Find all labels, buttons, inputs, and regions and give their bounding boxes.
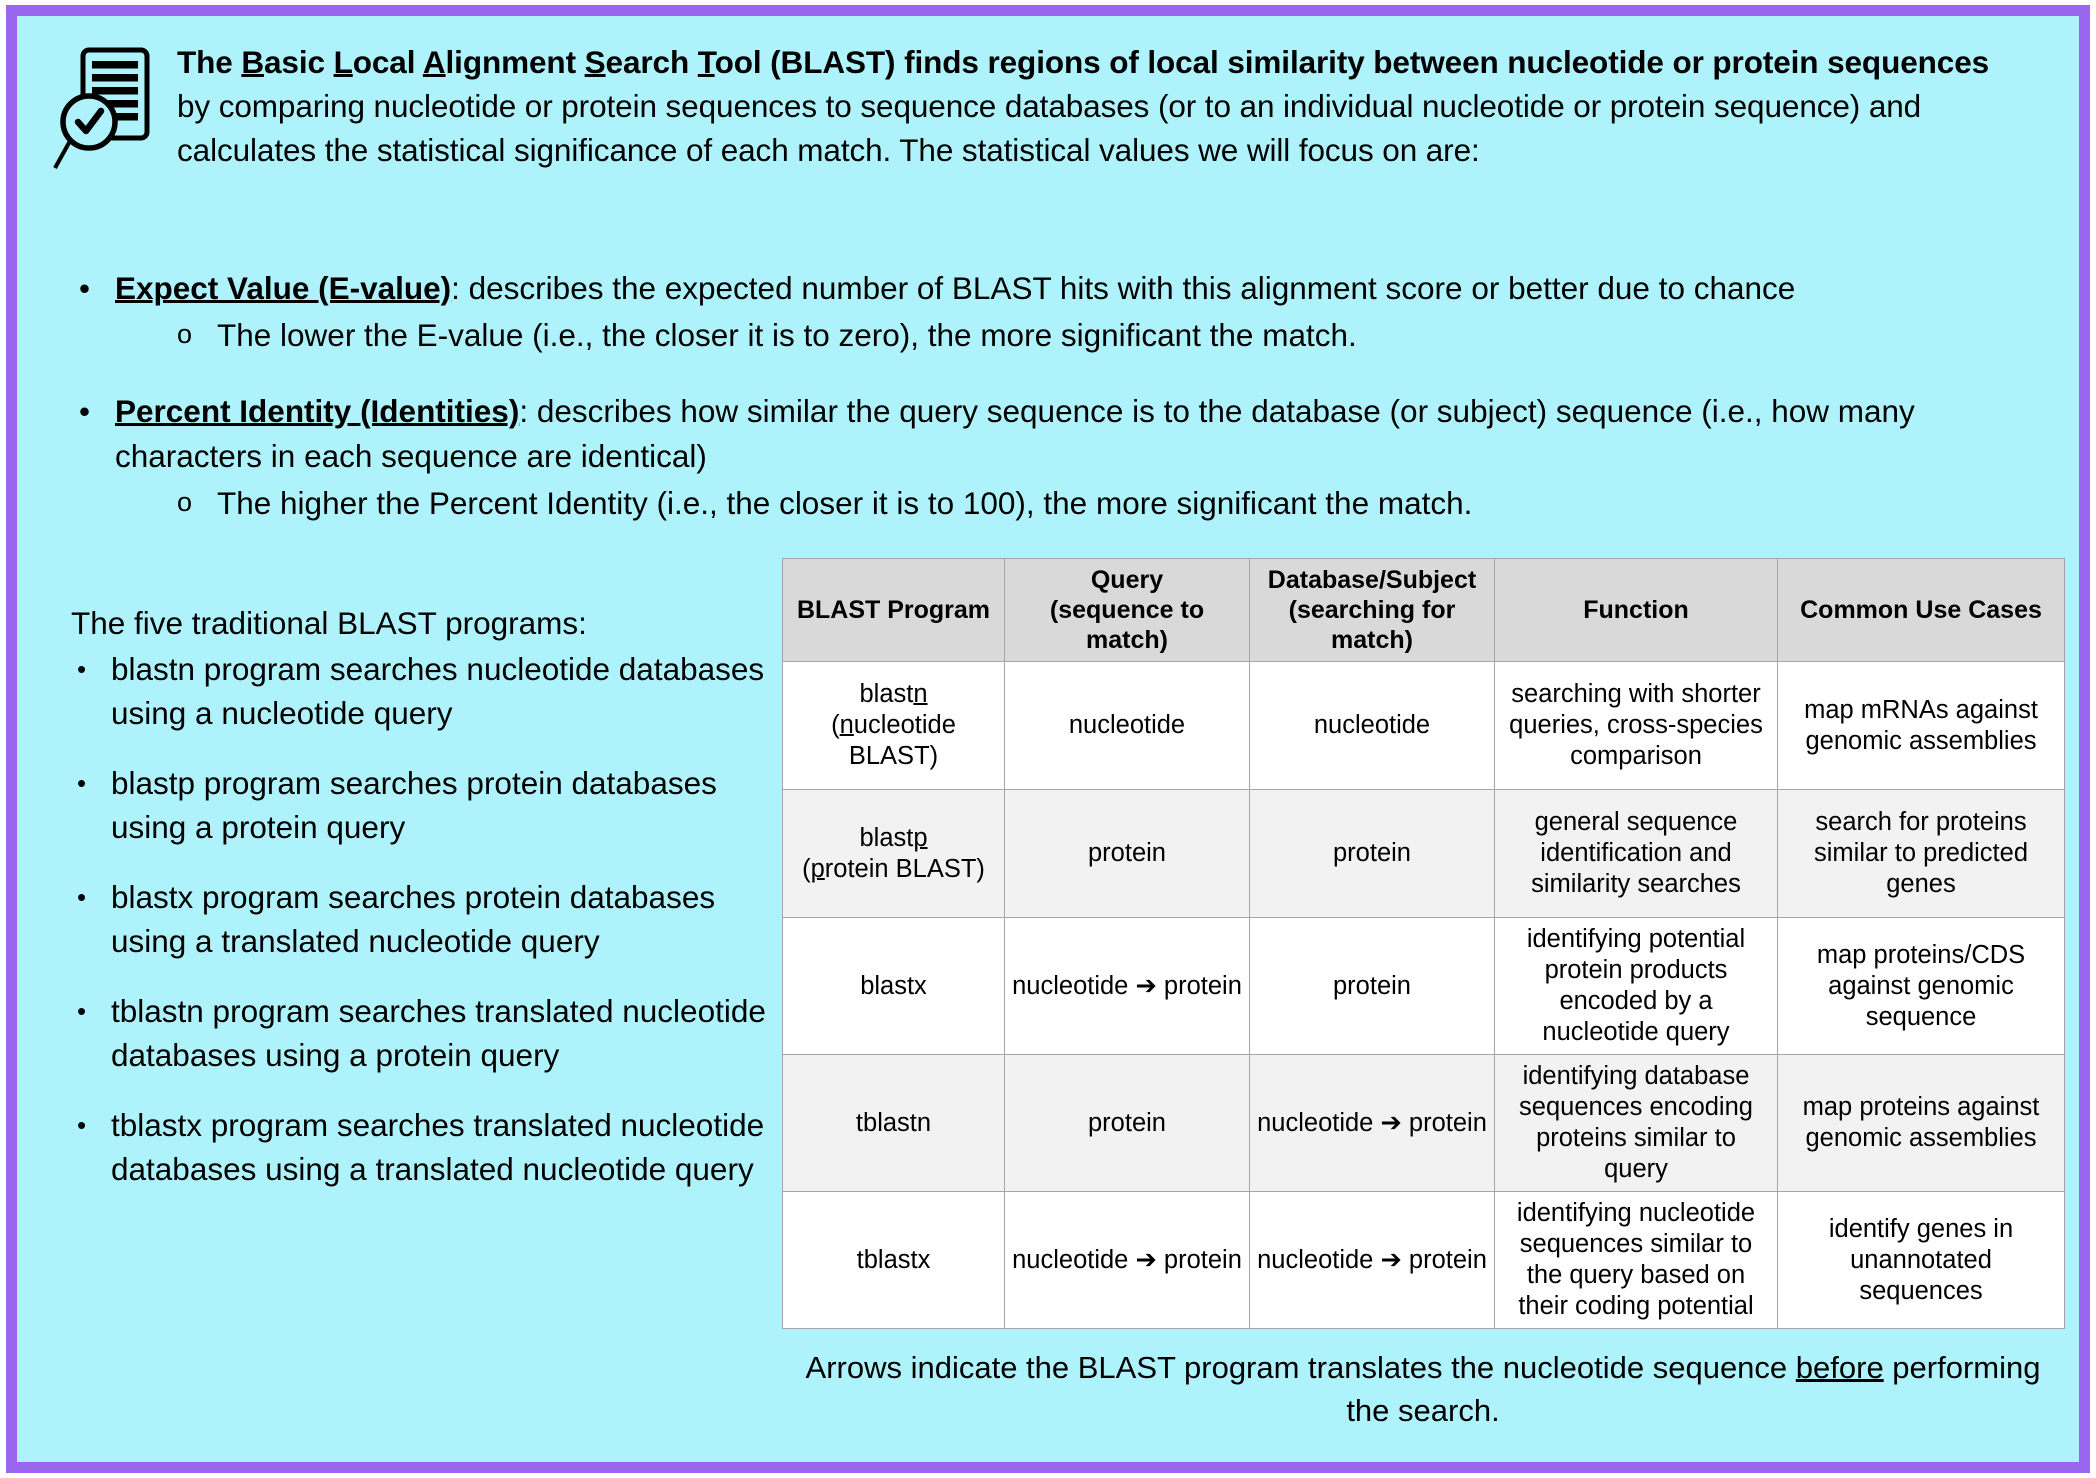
cell-database: nucleotide ➔ protein: [1249, 1191, 1495, 1329]
table-caption: Arrows indicate the BLAST program transl…: [782, 1346, 2064, 1432]
cell-query: nucleotide: [1004, 661, 1250, 790]
cell-database: nucleotide: [1249, 661, 1495, 790]
sub-bullet-icon: o: [177, 487, 193, 517]
cell-query: nucleotide ➔ protein: [1004, 917, 1250, 1055]
stat-sub-line: o The lower the E-value (i.e., the closer…: [71, 313, 2031, 358]
column-header-use-cases: Common Use Cases: [1777, 558, 2065, 662]
cell-database: nucleotide ➔ protein: [1249, 1054, 1495, 1192]
cell-use-cases: search for proteins similar to predicted…: [1777, 789, 2065, 918]
cell-use-cases: map proteins against genomic assemblies: [1777, 1054, 2065, 1192]
slide-content: The Basic Local Alignment Search Tool (B…: [17, 16, 2079, 1462]
header-w1: asic: [264, 44, 334, 80]
blast-programs-table-wrapper: BLAST Program Query (sequence to match) …: [782, 558, 2065, 1329]
column-header-program: BLAST Program: [782, 558, 1005, 662]
stat-main-line: • Expect Value (E-value): describes the e…: [71, 266, 2031, 311]
cell-program: tblastn: [782, 1054, 1005, 1192]
programs-title: The five traditional BLAST programs:: [71, 605, 587, 641]
cell-query: nucleotide ➔ protein: [1004, 1191, 1250, 1329]
bullet-icon: •: [77, 768, 87, 798]
cell-function: general sequence identification and simi…: [1494, 789, 1778, 918]
cell-program: tblastx: [782, 1191, 1005, 1329]
list-item: • tblastx program searches translated nuc…: [71, 1103, 771, 1191]
document-magnifier-check-icon: [53, 47, 150, 169]
cell-function: searching with shorter queries, cross-sp…: [1494, 661, 1778, 790]
column-header-query: Query (sequence to match): [1004, 558, 1250, 662]
list-item: • tblastn program searches translated nuc…: [71, 989, 771, 1077]
cell-function: identifying potential protein products e…: [1494, 917, 1778, 1055]
table-row: tblastx nucleotide ➔ protein nucleotide …: [782, 1191, 2065, 1329]
table-row: blastp (protein BLAST) protein protein g…: [782, 789, 2065, 918]
header-pre: The: [177, 44, 242, 80]
bullet-icon: •: [79, 270, 91, 306]
blast-programs-list: The five traditional BLAST programs: • bl…: [71, 601, 771, 1217]
cell-program: blastx: [782, 917, 1005, 1055]
bullet-icon: •: [77, 996, 87, 1026]
header-b-letter: B: [241, 44, 265, 80]
statistics-list: • Expect Value (E-value): describes the e…: [71, 266, 2031, 557]
cell-database: protein: [1249, 917, 1495, 1055]
header-block: The Basic Local Alignment Search Tool (B…: [17, 40, 2077, 180]
slide-frame: The Basic Local Alignment Search Tool (B…: [6, 5, 2090, 1473]
stat-sub-text: The lower the E-value (i.e., the closer …: [217, 317, 1357, 353]
list-item: • Expect Value (E-value): describes the e…: [71, 266, 2031, 358]
list-item: • blastx program searches protein databas…: [71, 875, 771, 963]
header-w3: lignment: [445, 44, 585, 80]
cell-use-cases: map mRNAs against genomic assemblies: [1777, 661, 2065, 790]
program-text: blastx program searches protein database…: [111, 879, 716, 959]
cell-function: identifying database sequences encoding …: [1494, 1054, 1778, 1192]
stat-term: Expect Value (E-value): [115, 270, 452, 306]
table-row: blastx nucleotide ➔ protein protein iden…: [782, 917, 2065, 1055]
stat-sub-text: The higher the Percent Identity (i.e., t…: [217, 485, 1473, 521]
header-s-letter: S: [584, 44, 606, 80]
bullet-icon: •: [77, 1110, 87, 1140]
blast-programs-table: BLAST Program Query (sequence to match) …: [782, 558, 2065, 1329]
program-text: tblastx program searches translated nucl…: [111, 1107, 765, 1187]
program-text: tblastn program searches translated nucl…: [111, 993, 766, 1073]
program-text: blastn program searches nucleotide datab…: [111, 651, 765, 731]
stat-desc: : describes the expected number of BLAST…: [451, 270, 1796, 306]
program-text: blastp program searches protein database…: [111, 765, 717, 845]
header-t-letter: T: [697, 44, 715, 80]
bullet-icon: •: [77, 882, 87, 912]
header-paragraph: The Basic Local Alignment Search Tool (B…: [177, 40, 2015, 172]
cell-database: protein: [1249, 789, 1495, 918]
table-row: blastn (nucleotide BLAST) nucleotide nuc…: [782, 661, 2065, 790]
cell-use-cases: map proteins/CDS against genomic sequenc…: [1777, 917, 2065, 1055]
cell-use-cases: identify genes in unannotated sequences: [1777, 1191, 2065, 1329]
bullet-icon: •: [79, 393, 91, 429]
caption-emphasis: before: [1795, 1350, 1884, 1385]
sub-bullet-icon: o: [177, 319, 193, 349]
header-w5: ool (BLAST) finds regions of local simil…: [714, 44, 1990, 80]
stat-term: Percent Identity (Identities): [115, 393, 520, 429]
caption-pre: Arrows indicate the BLAST program transl…: [805, 1350, 1796, 1385]
cell-query: protein: [1004, 789, 1250, 918]
list-item: • Percent Identity (Identities): describe…: [71, 389, 2031, 526]
cell-program: blastn (nucleotide BLAST): [782, 661, 1005, 790]
stat-sub-line: o The higher the Percent Identity (i.e., …: [71, 481, 2031, 526]
header-a-letter: A: [422, 44, 446, 80]
cell-function: identifying nucleotide sequences similar…: [1494, 1191, 1778, 1329]
table-header-row: BLAST Program Query (sequence to match) …: [782, 558, 2065, 662]
header-l-letter: L: [333, 44, 353, 80]
cell-query: protein: [1004, 1054, 1250, 1192]
column-header-database: Database/Subject (searching for match): [1249, 558, 1495, 662]
cell-program: blastp (protein BLAST): [782, 789, 1005, 918]
header-w4: earch: [605, 44, 698, 80]
table-row: tblastn protein nucleotide ➔ protein ide…: [782, 1054, 2065, 1192]
bullet-icon: •: [77, 654, 87, 684]
header-rest: by comparing nucleotide or protein seque…: [177, 88, 1922, 168]
list-item: • blastn program searches nucleotide data…: [71, 647, 771, 735]
header-w2: ocal: [352, 44, 423, 80]
column-header-function: Function: [1494, 558, 1778, 662]
list-item: • blastp program searches protein databas…: [71, 761, 771, 849]
stat-main-line: • Percent Identity (Identities): describe…: [71, 389, 2031, 479]
